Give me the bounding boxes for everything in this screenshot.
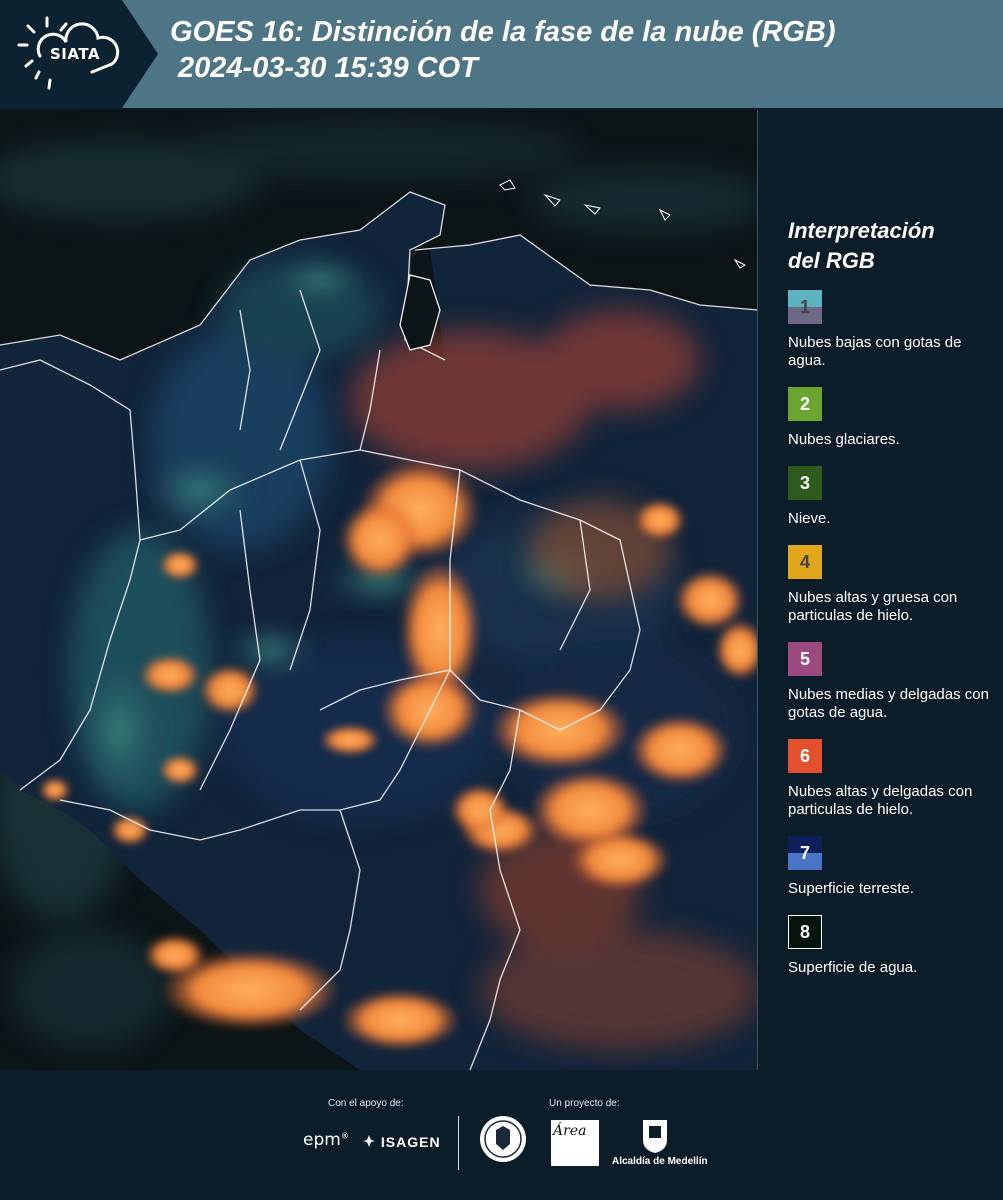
legend-item: 8 Superficie de agua. xyxy=(788,915,993,977)
legend-item: 6 Nubes altas y delgadas con particulas d… xyxy=(788,739,993,819)
legend-swatch: 1 xyxy=(788,290,822,324)
legend-number: 7 xyxy=(799,842,810,863)
legend-swatch: 7 xyxy=(788,836,822,870)
page-title: GOES 16: Distinción de la fase de la nub… xyxy=(170,14,836,86)
legend-number: 3 xyxy=(799,472,810,493)
footer-divider xyxy=(458,1116,459,1170)
legend-item: 2 Nubes glaciares. xyxy=(788,387,993,449)
legend-swatch: 4 xyxy=(788,545,822,579)
legend-label: Superficie terreste. xyxy=(788,880,914,897)
rgb-legend: Interpretación del RGB 1 Nubes bajas con … xyxy=(788,216,993,994)
medellin-shield-icon[interactable] xyxy=(640,1118,670,1154)
legend-number: 1 xyxy=(799,296,810,317)
legend-number: 6 xyxy=(799,745,810,766)
footer: Con el apoyo de: Un proyecto de: epm® IS… xyxy=(0,1070,1003,1200)
title-timestamp: 2024-03-30 15:39 COT xyxy=(178,52,478,84)
legend-label: Nubes altas y gruesa con particulas de h… xyxy=(788,589,958,624)
legend-number: 8 xyxy=(799,921,810,942)
legend-swatch: 8 xyxy=(788,915,822,949)
legend-title: Interpretación del RGB xyxy=(788,218,935,273)
legend-label: Nubes bajas con gotas de agua. xyxy=(788,334,962,369)
legend-swatch: 3 xyxy=(788,466,822,500)
legend-number: 5 xyxy=(799,648,810,669)
alcaldia-logo-text: Alcaldía de Medellín xyxy=(612,1156,708,1167)
isagen-logo-text: ISAGEN xyxy=(380,1134,441,1150)
epm-logo-text: epm xyxy=(303,1130,341,1150)
legend-item: 7 Superficie terreste. xyxy=(788,836,993,898)
isagen-logo[interactable]: ISAGEN xyxy=(362,1134,441,1150)
legend-swatch: 2 xyxy=(788,387,822,421)
rgb-satellite-image xyxy=(0,110,758,1070)
university-seal-icon[interactable] xyxy=(478,1114,528,1164)
legend-item: 1 Nubes bajas con gotas de agua. xyxy=(788,290,993,370)
legend-swatch: 6 xyxy=(788,739,822,773)
legend-label: Nieve. xyxy=(788,510,831,527)
legend-label: Nubes medias y delgadas con gotas de agu… xyxy=(788,686,989,721)
legend-item: 3 Nieve. xyxy=(788,466,993,528)
isagen-mark-icon xyxy=(363,1135,375,1147)
title-main: GOES 16: Distinción de la fase de la nub… xyxy=(170,16,836,48)
legend-swatch: 5 xyxy=(788,642,822,676)
support-label: Con el apoyo de: xyxy=(328,1098,404,1109)
amva-logo-text: Área xyxy=(553,1123,587,1139)
legend-label: Nubes altas y delgadas con particulas de… xyxy=(788,783,973,818)
satellite-map[interactable] xyxy=(0,110,758,1070)
legend-label: Nubes glaciares. xyxy=(788,431,900,448)
epm-logo[interactable]: epm® xyxy=(303,1130,349,1150)
project-label: Un proyecto de: xyxy=(549,1098,620,1109)
legend-item: 5 Nubes medias y delgadas con gotas de ag… xyxy=(788,642,993,722)
siata-logo-text: SIATA xyxy=(50,45,101,63)
siata-logo[interactable]: SIATA xyxy=(0,0,158,108)
header-bar: SIATA GOES 16: Distinción de la fase de … xyxy=(0,0,1003,108)
legend-number: 4 xyxy=(799,551,810,572)
legend-item: 4 Nubes altas y gruesa con particulas de … xyxy=(788,545,993,625)
legend-label: Superficie de agua. xyxy=(788,959,918,976)
legend-number: 2 xyxy=(799,393,810,414)
